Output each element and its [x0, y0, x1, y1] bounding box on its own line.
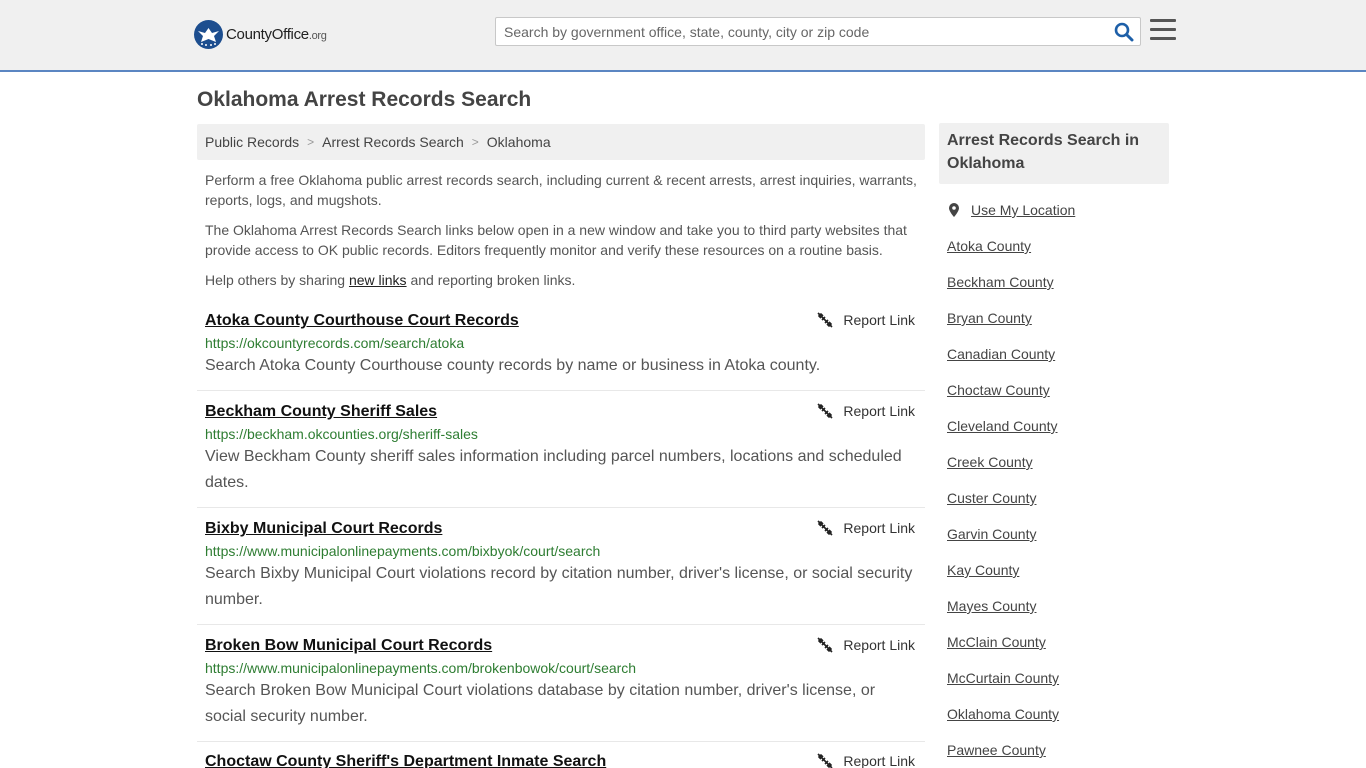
hamburger-menu-icon[interactable]	[1150, 19, 1176, 41]
sidebar-county-link[interactable]: Atoka County	[947, 220, 1167, 256]
intro-paragraph-3: Help others by sharing new links and rep…	[205, 270, 920, 290]
sidebar-title: Arrest Records Search in Oklahoma	[939, 123, 1169, 184]
page-title: Oklahoma Arrest Records Search	[197, 88, 532, 111]
report-link-button[interactable]: Report Link	[817, 753, 915, 768]
broken-link-icon	[817, 312, 833, 328]
site-header: CountyOffice.org	[0, 0, 1366, 72]
report-link-label: Report Link	[843, 637, 915, 653]
report-link-button[interactable]: Report Link	[817, 312, 915, 328]
sidebar-county-link[interactable]: Garvin County	[947, 508, 1167, 544]
use-my-location-link[interactable]: Use My Location	[971, 202, 1075, 218]
sidebar-county-link[interactable]: Custer County	[947, 472, 1167, 508]
intro-paragraph-2: The Oklahoma Arrest Records Search links…	[205, 222, 907, 258]
sidebar-county-link[interactable]: Choctaw County	[947, 364, 1167, 400]
sidebar-county-link[interactable]: McClain County	[947, 616, 1167, 652]
use-location-row: Use My Location	[947, 200, 1167, 220]
sidebar-county-link[interactable]: Mayes County	[947, 580, 1167, 616]
sidebar-county-link[interactable]: Beckham County	[947, 256, 1167, 292]
search-icon[interactable]	[1114, 22, 1134, 42]
result-title-link[interactable]: Atoka County Courthouse Court Records	[205, 312, 519, 330]
intro-text-before: Help others by sharing	[205, 272, 349, 288]
result-url: https://www.municipalonlinepayments.com/…	[205, 543, 601, 559]
report-link-label: Report Link	[843, 520, 915, 536]
broken-link-icon	[817, 520, 833, 536]
logo-eagle-icon	[194, 20, 223, 49]
result-item: Broken Bow Municipal Court Records Repor…	[197, 635, 925, 742]
result-url: https://www.municipalonlinepayments.com/…	[205, 660, 637, 676]
intro-paragraph-1: Perform a free Oklahoma public arrest re…	[205, 172, 917, 208]
sidebar-county-link[interactable]: McCurtain County	[947, 652, 1167, 688]
report-link-button[interactable]: Report Link	[817, 403, 915, 419]
report-link-label: Report Link	[843, 403, 915, 419]
result-description: Search Bixby Municipal Court violations …	[205, 565, 913, 608]
sidebar-county-link[interactable]: Oklahoma County	[947, 688, 1167, 724]
result-title-link[interactable]: Broken Bow Municipal Court Records	[205, 637, 492, 655]
site-logo[interactable]: CountyOffice.org	[194, 20, 327, 49]
result-url: https://okcountyrecords.com/search/atoka	[205, 335, 465, 351]
breadcrumb-oklahoma[interactable]: Oklahoma	[487, 134, 551, 150]
result-title-link[interactable]: Bixby Municipal Court Records	[205, 520, 442, 538]
broken-link-icon	[817, 637, 833, 653]
intro-text-after: and reporting broken links.	[406, 272, 576, 288]
broken-link-icon	[817, 753, 833, 768]
result-description: View Beckham County sheriff sales inform…	[205, 448, 902, 491]
result-url: https://beckham.okcounties.org/sheriff-s…	[205, 426, 478, 442]
sidebar-county-link[interactable]: Creek County	[947, 436, 1167, 472]
report-link-button[interactable]: Report Link	[817, 520, 915, 536]
sidebar-county-link[interactable]: Cleveland County	[947, 400, 1167, 436]
logo-suffix: .org	[308, 30, 327, 42]
result-description: Search Atoka County Courthouse county re…	[205, 357, 821, 374]
sidebar-county-link[interactable]: Canadian County	[947, 328, 1167, 364]
map-pin-icon	[949, 203, 959, 217]
breadcrumb-public-records[interactable]: Public Records	[205, 134, 299, 150]
breadcrumb-separator-icon: >	[471, 135, 479, 149]
result-item: Beckham County Sheriff Sales Report Link…	[197, 401, 925, 508]
result-item: Bixby Municipal Court Records Report Lin…	[197, 518, 925, 625]
breadcrumb-arrest-records[interactable]: Arrest Records Search	[322, 134, 464, 150]
search-input[interactable]	[496, 18, 1106, 45]
broken-link-icon	[817, 403, 833, 419]
logo-text: CountyOffice.org	[226, 26, 327, 43]
search-bar	[495, 17, 1141, 46]
report-link-button[interactable]: Report Link	[817, 637, 915, 653]
sidebar-county-link[interactable]: Bryan County	[947, 292, 1167, 328]
breadcrumb-separator-icon: >	[307, 135, 315, 149]
sidebar-county-link[interactable]: Kay County	[947, 544, 1167, 580]
result-item: Atoka County Courthouse Court Records Re…	[197, 310, 925, 391]
breadcrumb: Public Records > Arrest Records Search >…	[197, 124, 925, 160]
sidebar-county-link[interactable]: Pawnee County	[947, 724, 1167, 760]
report-link-label: Report Link	[843, 312, 915, 328]
result-description: Search Broken Bow Municipal Court violat…	[205, 682, 876, 725]
result-title-link[interactable]: Choctaw County Sheriff's Department Inma…	[205, 753, 606, 768]
new-links-link[interactable]: new links	[349, 272, 407, 288]
result-title-link[interactable]: Beckham County Sheriff Sales	[205, 403, 437, 421]
result-item: Choctaw County Sheriff's Department Inma…	[197, 751, 925, 768]
report-link-label: Report Link	[843, 753, 915, 768]
logo-name: CountyOffice	[226, 26, 309, 43]
sidebar-county-list: Use My Location Atoka County Beckham Cou…	[947, 200, 1167, 760]
